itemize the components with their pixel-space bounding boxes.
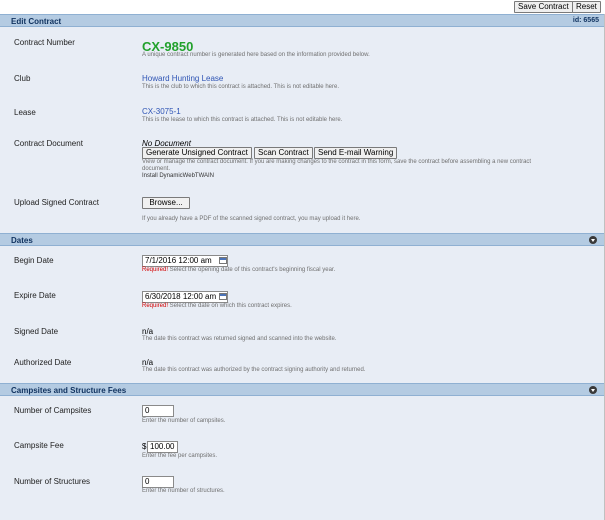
dates-body: Begin Date 7/1/2016 12:00 am Required! S…	[0, 246, 605, 383]
campsite-fee-input[interactable]: 100.00	[147, 441, 178, 453]
contract-number-label: Contract Number	[14, 38, 75, 47]
expire-date-label: Expire Date	[14, 291, 56, 300]
begin-date-label: Begin Date	[14, 256, 54, 265]
contract-document-help-cont: document.	[142, 166, 171, 172]
number-of-campsites-input[interactable]: 0	[142, 405, 174, 417]
top-toolbar: Save Contract Reset	[0, 0, 605, 14]
upload-help: If you already have a PDF of the scanned…	[142, 216, 361, 222]
lease-label: Lease	[14, 108, 36, 117]
contract-document-help: View or manage the contract document. If…	[142, 159, 532, 165]
required-text: Required!	[142, 267, 169, 273]
number-of-campsites-label: Number of Campsites	[14, 406, 92, 415]
calendar-icon[interactable]	[219, 257, 227, 264]
expire-date-help-text: Select the date on which this contract e…	[168, 303, 292, 309]
save-contract-button[interactable]: Save Contract	[514, 1, 573, 13]
club-help: This is the club to which this contract …	[142, 84, 339, 90]
campsites-title: Campsites and Structure Fees	[11, 386, 127, 395]
upload-signed-contract-label: Upload Signed Contract	[14, 198, 99, 207]
number-of-structures-label: Number of Structures	[14, 477, 91, 486]
dates-header[interactable]: Dates	[0, 233, 605, 246]
edit-contract-header: Edit Contract id: 6565	[0, 14, 605, 27]
generate-unsigned-contract-button[interactable]: Generate Unsigned Contract	[142, 147, 252, 159]
begin-date-help: Required! Select the opening date of thi…	[142, 267, 335, 273]
scan-contract-button[interactable]: Scan Contract	[254, 147, 313, 159]
browse-button[interactable]: Browse...	[142, 197, 190, 209]
currency-symbol: $	[142, 442, 147, 451]
begin-date-input[interactable]: 7/1/2016 12:00 am	[142, 255, 228, 267]
lease-link[interactable]: CX-3075-1	[142, 107, 181, 116]
number-of-structures-help: Enter the number of structures.	[142, 488, 225, 494]
expire-date-help: Required! Select the date on which this …	[142, 303, 292, 309]
club-label: Club	[14, 74, 31, 83]
install-dwt-text: Install DynamicWebTWAIN	[142, 173, 215, 179]
club-link[interactable]: Howard Hunting Lease	[142, 74, 223, 83]
reset-button[interactable]: Reset	[572, 1, 601, 13]
number-of-structures-input[interactable]: 0	[142, 476, 174, 488]
authorized-date-label: Authorized Date	[14, 358, 72, 367]
collapse-icon[interactable]	[589, 236, 597, 244]
send-email-warning-button[interactable]: Send E-mail Warning	[314, 147, 398, 159]
signed-date-value: n/a	[142, 327, 154, 336]
lease-help: This is the lease to which this contract…	[142, 117, 343, 123]
collapse-icon[interactable]	[589, 386, 597, 394]
authorized-date-value: n/a	[142, 358, 154, 367]
campsites-header[interactable]: Campsites and Structure Fees	[0, 383, 605, 396]
campsite-fee-help: Enter the fee per campsites.	[142, 453, 218, 459]
authorized-date-help: The date this contract was authorized by…	[142, 367, 366, 373]
edit-contract-title: Edit Contract	[11, 17, 62, 26]
signed-date-label: Signed Date	[14, 327, 59, 336]
dates-title: Dates	[11, 236, 33, 245]
edit-contract-body: Contract Number CX-9850 A unique contrac…	[0, 27, 605, 233]
campsites-body: Number of Campsites 0 Enter the number o…	[0, 396, 605, 520]
contract-document-label: Contract Document	[14, 139, 83, 148]
number-of-campsites-help: Enter the number of campsites.	[142, 418, 226, 424]
begin-date-help-text: Select the opening date of this contract…	[168, 267, 336, 273]
expire-date-input[interactable]: 6/30/2018 12:00 am	[142, 291, 228, 303]
campsite-fee-label: Campsite Fee	[14, 441, 64, 450]
required-text: Required!	[142, 303, 169, 309]
contract-number-help: A unique contract number is generated he…	[142, 52, 370, 58]
signed-date-help: The date this contract was returned sign…	[142, 336, 337, 342]
calendar-icon[interactable]	[219, 293, 227, 300]
contract-id: id: 6565	[572, 17, 599, 24]
